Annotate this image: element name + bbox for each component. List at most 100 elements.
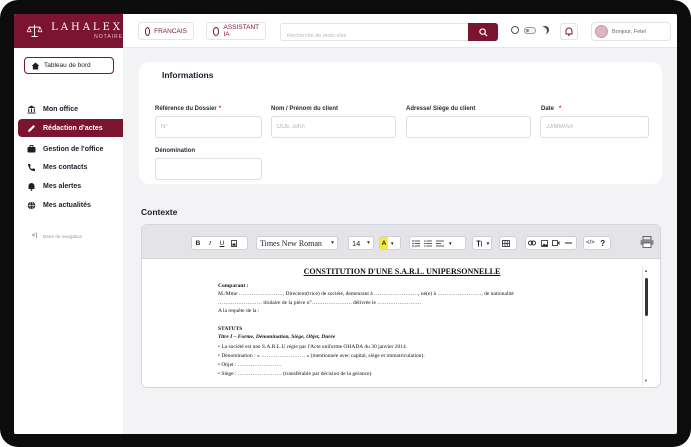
denomination-input[interactable] <box>155 158 262 180</box>
text-size-button[interactable] <box>473 237 485 249</box>
code-icon: </> <box>586 240 595 246</box>
sidebar-item-mon-office[interactable]: Mon office <box>18 100 123 118</box>
scroll-thumb[interactable] <box>645 278 648 316</box>
sidebar-item-gestion-office[interactable]: Gestion de l'office <box>18 140 123 158</box>
comparant-heading: Comparant : <box>218 283 249 289</box>
insert-table-button[interactable] <box>500 237 512 249</box>
language-label: FRANCAIS <box>154 27 187 35</box>
nom-input[interactable] <box>271 116 396 138</box>
chevron-down-icon[interactable]: ▼ <box>485 237 491 249</box>
reference-input[interactable] <box>155 116 262 138</box>
font-family-select[interactable]: Times New Roman ▼ <box>256 236 338 250</box>
phone-icon <box>26 162 36 172</box>
highlight-group: A ▼ <box>379 236 401 250</box>
image-icon <box>540 239 548 247</box>
adresse-input[interactable] <box>406 116 531 138</box>
underline-button[interactable]: U <box>216 237 228 249</box>
avatar <box>595 25 608 38</box>
contexte-title: Contexte <box>141 207 178 217</box>
chevron-down-icon[interactable]: ▼ <box>388 237 396 249</box>
sidebar-item-label: Mes contacts <box>43 163 88 171</box>
font-family-value: Times New Roman <box>260 238 322 248</box>
theme-toggle-group <box>511 26 549 34</box>
scroll-down-icon[interactable]: ▼ <box>644 378 648 383</box>
search-icon <box>478 27 488 37</box>
bullet-list-button[interactable] <box>410 237 422 249</box>
bell-icon <box>26 181 36 191</box>
list-item: • Objet : …………………… <box>218 362 282 368</box>
help-button[interactable]: ? <box>597 237 609 249</box>
list-item: • La société est une S.A.R.L.U régie par… <box>218 344 408 350</box>
assistant-label: ASSISTANT IA <box>223 24 259 38</box>
document-scrollbar[interactable]: ▲ ▼ <box>642 266 649 386</box>
brand-logo[interactable]: LAHALEX NOTAIRE <box>14 14 123 48</box>
print-icon[interactable] <box>640 236 654 248</box>
titre-heading: Titre I – Forme, Dénomination, Siège, Ob… <box>218 334 336 340</box>
notifications-button[interactable] <box>560 23 578 40</box>
list-item: • Siège : …………………… (transférable par déc… <box>218 371 373 377</box>
clear-format-button[interactable] <box>228 237 240 249</box>
sidebar-item-label: Mon office <box>43 105 78 113</box>
chevron-down-icon: ▼ <box>330 240 335 246</box>
adresse-label: Adresse/ Siège du client <box>406 106 476 112</box>
video-icon <box>552 240 560 246</box>
brand-text: LAHALEX NOTAIRE <box>51 21 123 40</box>
pen-icon <box>26 123 36 133</box>
theme-switch[interactable] <box>524 26 536 34</box>
assistant-ia-button[interactable]: ASSISTANT IA <box>206 22 266 40</box>
sun-icon <box>511 26 519 34</box>
link-icon <box>528 240 536 246</box>
date-input[interactable] <box>540 116 649 138</box>
horizontal-rule-button[interactable] <box>562 237 574 249</box>
statuts-heading: STATUTS <box>218 326 243 332</box>
numbered-list-button[interactable] <box>422 237 434 249</box>
search-input[interactable] <box>281 28 467 44</box>
sidebar-item-mes-actualites[interactable]: Mes actualités <box>18 196 123 214</box>
text-style-group: ▼ <box>472 236 492 250</box>
link-button[interactable] <box>526 237 538 249</box>
code-view-button[interactable]: </> <box>584 237 597 249</box>
code-help-group: </> ? <box>583 236 611 250</box>
rich-text-editor: B I U Times New Roman ▼ 14 ▼ A ▼ ▼ ▼ </>… <box>141 224 661 388</box>
format-group: B I U <box>191 236 248 250</box>
search-button[interactable] <box>468 23 498 41</box>
align-button[interactable] <box>434 237 446 249</box>
font-size-select[interactable]: 14 ▼ <box>348 236 374 250</box>
globe-icon <box>26 200 36 210</box>
document-title: CONSTITUTION D'UNE S.A.R.L. UNIPERSONNEL… <box>303 267 501 276</box>
chevron-down-icon[interactable]: ▼ <box>446 237 454 249</box>
bank-icon <box>26 104 36 114</box>
bullet-list-icon <box>412 239 420 247</box>
italic-button[interactable]: I <box>204 237 216 249</box>
video-button[interactable] <box>550 237 562 249</box>
document-content[interactable]: CONSTITUTION D'UNE S.A.R.L. UNIPERSONNEL… <box>142 260 650 387</box>
briefcase-icon <box>26 144 36 154</box>
robot-icon <box>213 26 220 36</box>
scroll-up-icon[interactable]: ▲ <box>644 268 648 273</box>
bell-icon <box>565 27 573 36</box>
user-greeting: Bonjour, Fetel <box>612 28 646 35</box>
table-icon <box>502 239 510 247</box>
highlight-button[interactable]: A <box>380 237 388 249</box>
sidebar-item-redaction-actes[interactable]: Rédaction d'actes <box>18 119 123 137</box>
dashboard-button[interactable]: Tableau de bord <box>24 57 114 74</box>
image-button[interactable] <box>538 237 550 249</box>
user-menu[interactable]: Bonjour, Fetel <box>591 22 671 41</box>
language-button[interactable]: FRANCAIS <box>138 22 194 40</box>
bold-button[interactable]: B <box>192 237 204 249</box>
brand-subtitle: NOTAIRE <box>94 33 123 40</box>
moon-icon <box>541 26 549 34</box>
align-left-icon <box>436 240 444 246</box>
collapse-sidebar-toggle[interactable]: <| Barre de navigation <box>32 233 82 239</box>
informations-card: Informations Référence du Dossier* Nom /… <box>139 62 662 184</box>
date-label: Date * <box>541 106 562 112</box>
sidebar-item-mes-alertes[interactable]: Mes alertes <box>18 177 123 195</box>
sidebar-item-label: Mes actualités <box>43 201 91 209</box>
sidebar-item-mes-contacts[interactable]: Mes contacts <box>18 158 123 176</box>
sidebar-item-label: Gestion de l'office <box>43 145 104 153</box>
brand-name: LAHALEX <box>51 21 123 33</box>
clear-format-icon <box>231 239 237 247</box>
insert-group <box>525 236 577 250</box>
sidebar-item-label: Mes alertes <box>43 182 82 190</box>
device-frame: LAHALEX NOTAIRE FRANCAIS ASSISTANT IA Re… <box>0 0 691 447</box>
